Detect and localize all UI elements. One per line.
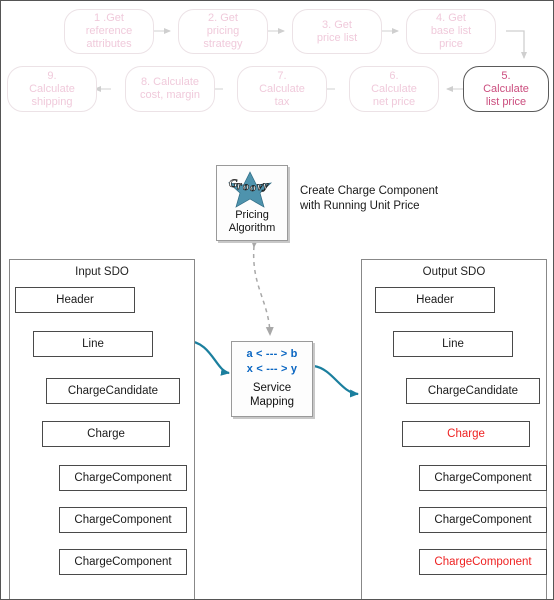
flow-step-6[interactable]: 6. Calculate net price (349, 66, 439, 112)
output-node-charge-component-1[interactable]: ChargeComponent (419, 465, 547, 491)
flow-step-7[interactable]: 7. Calculate tax (237, 66, 327, 112)
output-node-charge-candidate[interactable]: ChargeCandidate (406, 378, 540, 404)
mapping-expression-1: a < --- > b (246, 348, 298, 360)
diagram-canvas: 1 .Get reference attributes 2. Get prici… (0, 0, 554, 600)
flow-step-3[interactable]: 3. Get price list (292, 9, 382, 54)
input-node-header[interactable]: Header (15, 287, 135, 313)
input-node-charge-component-3[interactable]: ChargeComponent (59, 549, 187, 575)
algorithm-caption: Create Charge Component with Running Uni… (300, 185, 439, 212)
svg-text:o: o (250, 180, 256, 194)
svg-text:r: r (237, 178, 242, 192)
flow-step-1[interactable]: 1 .Get reference attributes (64, 9, 154, 54)
flow-step-4[interactable]: 4. Get base list price (406, 9, 496, 54)
groovy-logo: G r o o v y (227, 171, 273, 208)
svg-text:o: o (243, 179, 249, 193)
mapping-to-output-arrow (313, 364, 359, 398)
service-mapping-box[interactable]: a < --- > b x < --- > y Service Mapping (231, 341, 313, 417)
output-node-header[interactable]: Header (375, 287, 495, 313)
mapping-expression-2: x < --- > y (246, 363, 298, 375)
pricing-algorithm-box[interactable]: G r o o v y Pricing Algorithm (216, 165, 288, 241)
input-node-line[interactable]: Line (33, 331, 153, 357)
output-node-charge[interactable]: Charge (402, 421, 530, 447)
input-node-charge[interactable]: Charge (42, 421, 170, 447)
input-sdo-title: Input SDO (75, 266, 129, 278)
flow-step-8[interactable]: 8. Calculate cost, margin (125, 66, 215, 112)
input-node-charge-candidate[interactable]: ChargeCandidate (46, 378, 180, 404)
output-node-line[interactable]: Line (393, 331, 513, 357)
flow-step-2[interactable]: 2. Get pricing strategy (178, 9, 268, 54)
pricing-algorithm-label: Pricing Algorithm (228, 209, 276, 234)
input-node-charge-component-2[interactable]: ChargeComponent (59, 507, 187, 533)
algorithm-mapping-dashed-connector (250, 238, 274, 336)
svg-text:y: y (261, 178, 269, 192)
service-mapping-label: Service Mapping (249, 382, 295, 408)
output-node-charge-component-2[interactable]: ChargeComponent (419, 507, 547, 533)
output-sdo-title: Output SDO (422, 266, 486, 278)
flow-step-5[interactable]: 5. Calculate list price (463, 66, 549, 112)
input-node-charge-component-1[interactable]: ChargeComponent (59, 465, 187, 491)
flow-arrow-4-5 (506, 30, 527, 59)
output-node-charge-component-3[interactable]: ChargeComponent (419, 549, 547, 575)
flow-step-9[interactable]: 9. Calculate shipping (7, 66, 97, 112)
